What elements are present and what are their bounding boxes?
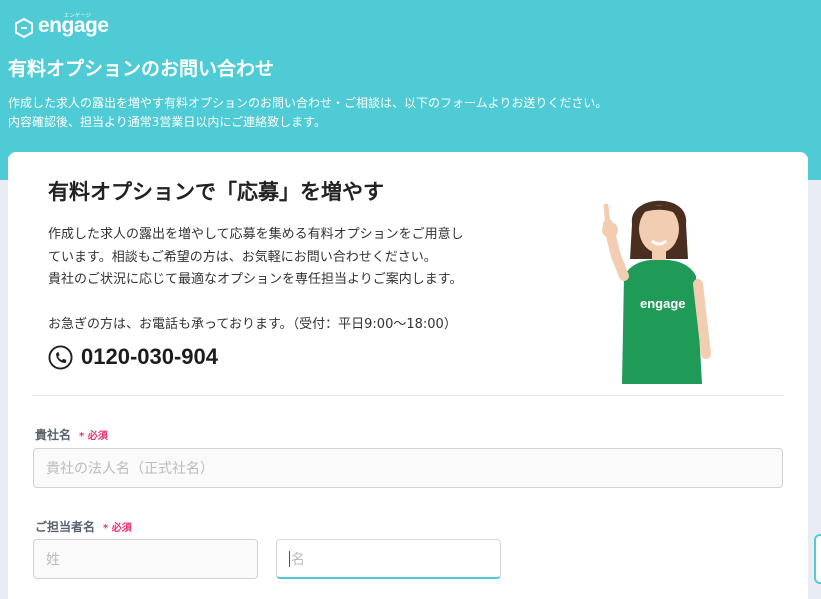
required-badge: * 必須: [79, 431, 108, 442]
shirt-logo-text: engage: [640, 296, 686, 311]
intro-line-2: ています。相談もご希望の方は、お気軽にお問い合わせください。: [48, 249, 437, 265]
required-badge: * 必須: [103, 523, 132, 534]
inquiry-card: 有料オプションで「応募」を増やす 作成した求人の露出を増やして応募を集める有料オ…: [8, 152, 808, 599]
card-intro: 作成した求人の露出を増やして応募を集める有料オプションをご用意し ています。相談…: [48, 224, 464, 292]
company-placeholder: 貴社の法人名（正式社名）: [46, 461, 214, 477]
phone-number[interactable]: 0120-030-904: [81, 344, 218, 370]
first-name-input[interactable]: 名: [276, 539, 501, 579]
logo-kana: エンゲージ: [64, 13, 92, 19]
section-divider: [32, 395, 784, 396]
staff-photo: engage: [602, 200, 711, 384]
contact-label: ご担当者名 * 必須: [35, 520, 132, 534]
engage-logo-icon: [15, 18, 33, 38]
card-title: 有料オプションで「応募」を増やす: [48, 180, 384, 204]
phone-contact: 0120-030-904: [48, 344, 218, 370]
page-title: 有料オプションのお問い合わせ: [8, 58, 275, 80]
company-label: 貴社名 * 必須: [35, 428, 108, 442]
first-name-placeholder: 名: [291, 551, 305, 568]
text-caret: [289, 550, 290, 567]
page-description: 作成した求人の露出を増やす有料オプションのお問い合わせ・ご相談は、以下のフォーム…: [8, 94, 607, 132]
phone-icon: [48, 344, 73, 370]
phone-hours-note: お急ぎの方は、お電話も承っております。（受付：平日9:00〜18:00）: [48, 317, 457, 332]
intro-line-3: 貴社のご状況に応じて最適なオプションを専任担当よりご案内します。: [48, 272, 463, 287]
company-name-input[interactable]: 貴社の法人名（正式社名）: [33, 448, 783, 488]
last-name-input[interactable]: 姓: [33, 539, 258, 579]
engage-logo[interactable]: engage エンゲージ: [14, 13, 109, 42]
intro-line-1: 作成した求人の露出を増やして応募を集める有料オプションをご用意し: [48, 227, 464, 242]
description-line-2: 内容確認後、担当より通常3営業日以内にご連絡致します。: [8, 115, 326, 129]
last-name-placeholder: 姓: [46, 552, 60, 568]
side-widget-tab[interactable]: [814, 534, 821, 584]
description-line-1: 作成した求人の露出を増やす有料オプションのお問い合わせ・ご相談は、以下のフォーム…: [8, 96, 608, 110]
